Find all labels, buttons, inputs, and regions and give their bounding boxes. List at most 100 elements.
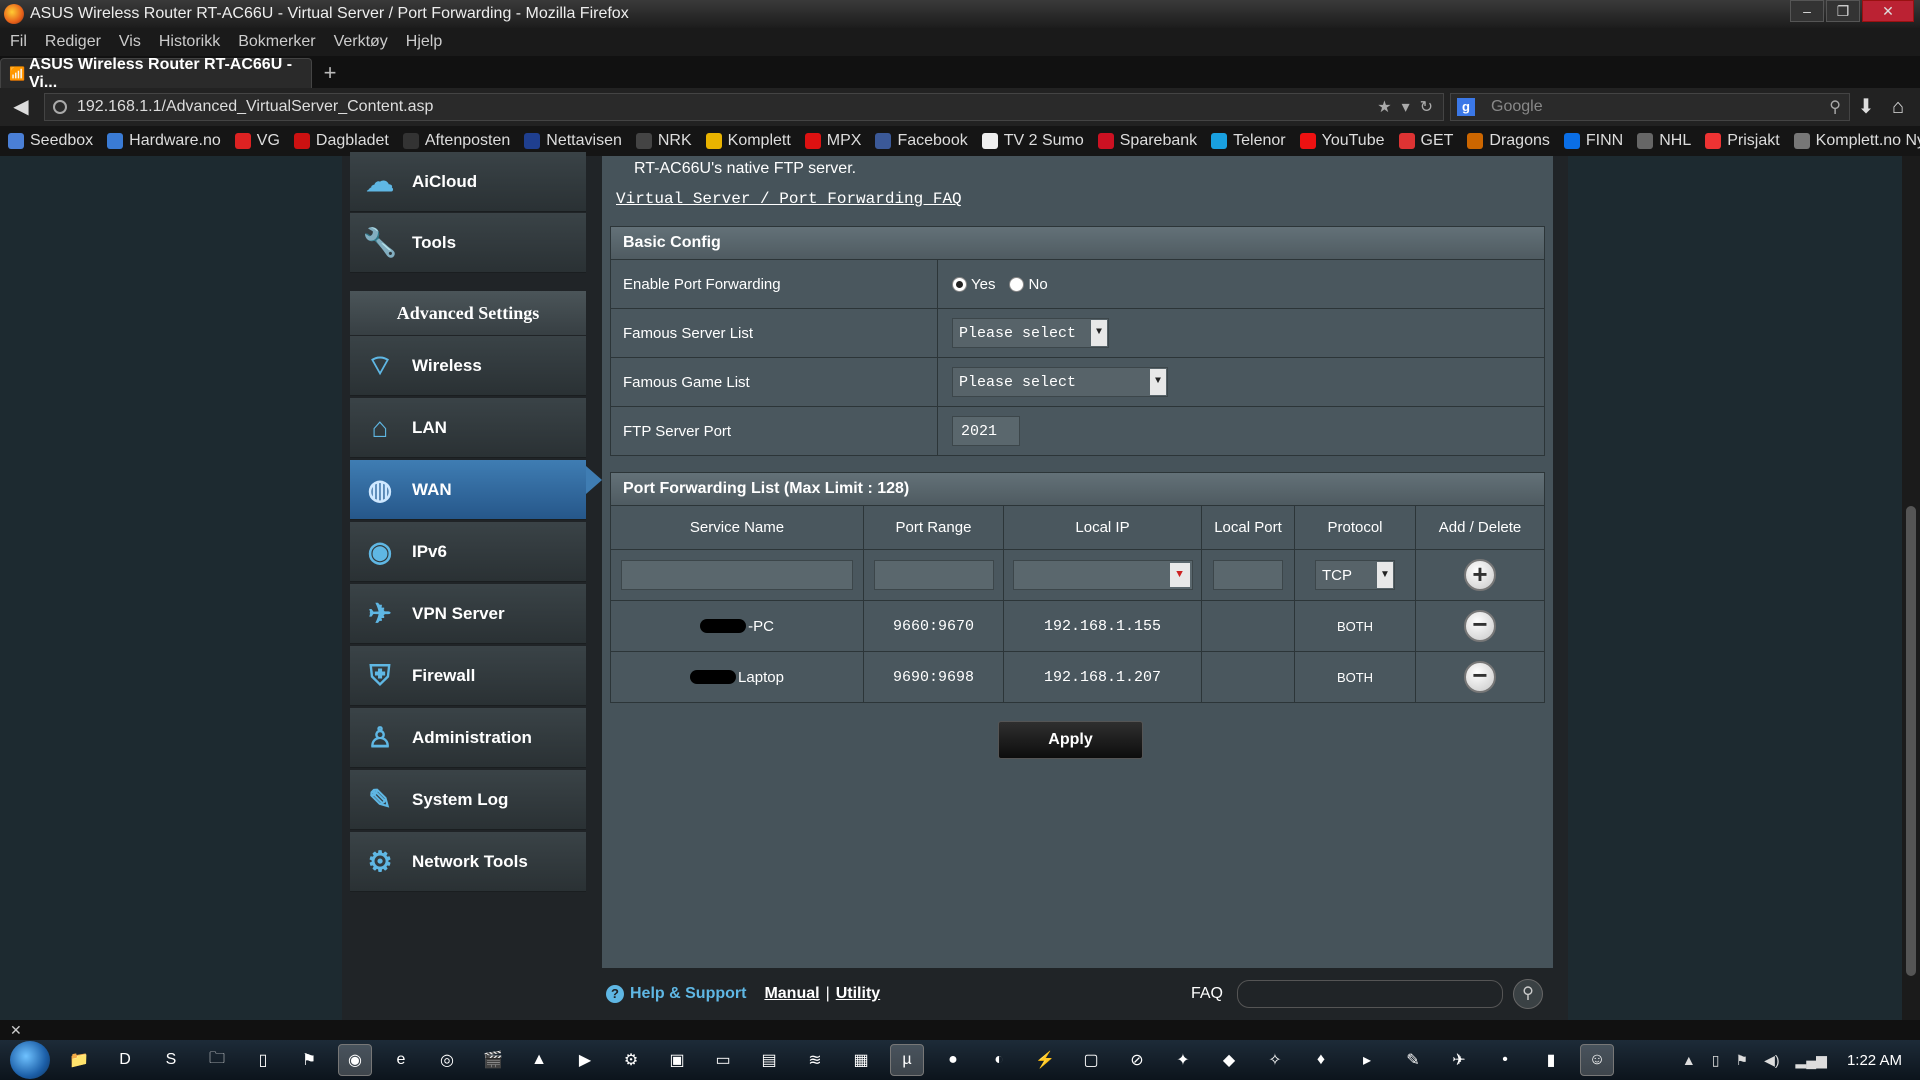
wrench-app-icon[interactable]: ✧ <box>1258 1044 1292 1076</box>
delete-entry-button[interactable]: − <box>1464 610 1496 642</box>
app-icon[interactable]: ▣ <box>660 1044 694 1076</box>
sidebar-item-tools[interactable]: 🔧 Tools <box>350 213 586 273</box>
download-icon[interactable]: ⬇ <box>1850 92 1882 122</box>
spotify-icon[interactable]: ≋ <box>798 1044 832 1076</box>
bookmark-item[interactable]: NRK <box>635 132 692 150</box>
add-entry-button[interactable]: + <box>1464 559 1496 591</box>
menu-history[interactable]: Historikk <box>159 33 220 51</box>
bookmark-item[interactable]: NHL <box>1637 132 1691 150</box>
menu-edit[interactable]: Rediger <box>45 33 101 51</box>
calculator-icon[interactable]: ▤ <box>752 1044 786 1076</box>
search-box[interactable]: g Google ⚲ <box>1450 93 1850 121</box>
vlc-icon[interactable]: ▲ <box>522 1044 556 1076</box>
drive-app-icon[interactable]: ▮ <box>1534 1044 1568 1076</box>
local-ip-input[interactable]: ▼ <box>1012 560 1193 590</box>
back-button[interactable]: ◀ <box>6 92 36 122</box>
home-icon[interactable]: ⌂ <box>1882 92 1914 122</box>
sidebar-item-system-log[interactable]: ✎ System Log <box>350 770 586 830</box>
sidebar-item-network-tools[interactable]: ⚙ Network Tools <box>350 832 586 892</box>
signal-icon[interactable]: ▂▄▆ <box>1796 1052 1827 1069</box>
new-tab-button[interactable]: + <box>316 60 344 88</box>
bookmark-star-icon[interactable]: ★ <box>1377 97 1391 117</box>
minimize-button[interactable]: – <box>1790 0 1824 22</box>
menu-tools[interactable]: Verktøy <box>334 33 388 51</box>
bookmark-item[interactable]: VG <box>234 132 280 150</box>
url-bar[interactable]: 192.168.1.1/Advanced_VirtualServer_Conte… <box>44 93 1444 121</box>
famous-game-select[interactable]: Please select ▼ <box>952 367 1168 397</box>
famous-server-select[interactable]: Please select ▼ <box>952 318 1109 348</box>
menu-bookmarks[interactable]: Bokmerker <box>238 33 315 51</box>
tool-app-icon[interactable]: ✦ <box>1166 1044 1200 1076</box>
bookmark-item[interactable]: Aftenposten <box>402 132 510 150</box>
chrome-icon[interactable]: ◎ <box>430 1044 464 1076</box>
app-d-icon[interactable]: D <box>108 1044 142 1076</box>
users-app-icon[interactable]: ☺ <box>1580 1044 1614 1076</box>
bookmark-item[interactable]: Seedbox <box>8 132 93 150</box>
orange-app-icon[interactable]: ● <box>936 1044 970 1076</box>
bookmark-item[interactable]: MPX <box>804 132 861 150</box>
volume-icon[interactable]: ◀) <box>1764 1052 1779 1069</box>
chart-app-icon[interactable]: ▦ <box>844 1044 878 1076</box>
firefox-taskbar-icon[interactable]: ◉ <box>338 1044 372 1076</box>
network-app-icon[interactable]: ⚑ <box>292 1044 326 1076</box>
flame-app-icon[interactable]: ♦ <box>1304 1044 1338 1076</box>
utility-link[interactable]: Utility <box>836 985 880 1003</box>
google-engine-icon[interactable]: g <box>1457 98 1475 116</box>
phone-icon[interactable]: ▯ <box>246 1044 280 1076</box>
maximize-button[interactable]: ❐ <box>1826 0 1860 22</box>
menu-help[interactable]: Hjelp <box>406 33 442 51</box>
bookmark-item[interactable]: Dragons <box>1467 132 1550 150</box>
close-addon-bar-icon[interactable]: ✕ <box>10 1022 22 1038</box>
folder-icon[interactable]: 🗀 <box>200 1044 234 1076</box>
game-app-icon[interactable]: ◆ <box>1212 1044 1246 1076</box>
green-app-icon[interactable]: ◐ <box>982 1044 1016 1076</box>
cursor-app-icon[interactable]: ▸ <box>1350 1044 1384 1076</box>
media-icon[interactable]: 🎬 <box>476 1044 510 1076</box>
radio-yes[interactable] <box>952 276 967 292</box>
pen-app-icon[interactable]: ✎ <box>1396 1044 1430 1076</box>
dot-app-icon[interactable]: • <box>1488 1044 1522 1076</box>
bookmark-item[interactable]: Hardware.no <box>107 132 221 150</box>
bookmark-item[interactable]: Dagbladet <box>293 132 389 150</box>
bookmark-item[interactable]: GET <box>1398 132 1453 150</box>
bookmark-item[interactable]: Nettavisen <box>524 132 622 150</box>
sidebar-item-lan[interactable]: ⌂ LAN <box>350 398 586 458</box>
faq-link[interactable]: Virtual Server / Port Forwarding FAQ <box>616 190 962 208</box>
local-port-input[interactable] <box>1213 560 1283 590</box>
start-button[interactable] <box>10 1041 50 1079</box>
sidebar-item-aicloud[interactable]: ☁ AiCloud <box>350 152 586 212</box>
port-range-input[interactable] <box>873 560 994 590</box>
bookmark-item[interactable]: TV 2 Sumo <box>981 132 1084 150</box>
ftp-port-input[interactable]: 2021 <box>952 416 1020 446</box>
explorer-icon[interactable]: 📁 <box>62 1044 96 1076</box>
faq-search-icon[interactable]: ⚲ <box>1513 979 1543 1009</box>
faq-search-input[interactable] <box>1237 980 1503 1008</box>
utorrent-icon[interactable]: µ <box>890 1044 924 1076</box>
close-window-button[interactable]: ✕ <box>1862 0 1914 22</box>
bookmark-item[interactable]: Sparebank <box>1097 132 1197 150</box>
flag-icon[interactable]: ⚑ <box>1736 1052 1749 1069</box>
manual-link[interactable]: Manual <box>764 985 819 1003</box>
chevron-down-icon[interactable]: ▼ <box>1169 563 1190 587</box>
apply-button[interactable]: Apply <box>998 721 1143 759</box>
bookmark-item[interactable]: Prisjakt <box>1705 132 1780 150</box>
protocol-select[interactable]: TCP ▼ <box>1315 560 1395 590</box>
bookmark-item[interactable]: Telenor <box>1211 132 1286 150</box>
steam-icon[interactable]: ⚙ <box>614 1044 648 1076</box>
menu-file[interactable]: Fil <box>10 33 27 51</box>
sidebar-item-vpn-server[interactable]: ✈ VPN Server <box>350 584 586 644</box>
plane-app-icon[interactable]: ✈ <box>1442 1044 1476 1076</box>
lightning-app-icon[interactable]: ⚡ <box>1028 1044 1062 1076</box>
skype-icon[interactable]: S <box>154 1044 188 1076</box>
battery-icon[interactable]: ▯ <box>1712 1052 1720 1069</box>
red-app-icon[interactable]: ⊘ <box>1120 1044 1154 1076</box>
internet-explorer-icon[interactable]: e <box>384 1044 418 1076</box>
search-icon[interactable]: ⚲ <box>1829 97 1841 117</box>
site-identity-icon[interactable] <box>53 100 67 114</box>
bookmark-item[interactable]: FINN <box>1563 132 1623 150</box>
bookmark-item[interactable]: Komplett.no Nye prod... <box>1793 132 1920 150</box>
scrollbar-thumb[interactable] <box>1906 506 1916 976</box>
sidebar-item-wan[interactable]: ◍ WAN <box>350 460 586 520</box>
sidebar-item-firewall[interactable]: ⛨ Firewall <box>350 646 586 706</box>
bookmark-item[interactable]: Facebook <box>875 132 968 150</box>
